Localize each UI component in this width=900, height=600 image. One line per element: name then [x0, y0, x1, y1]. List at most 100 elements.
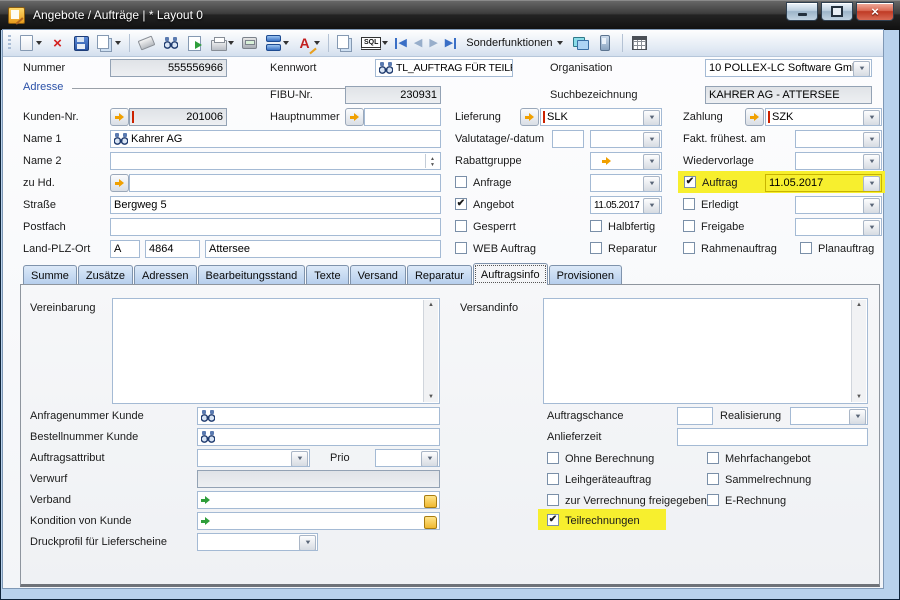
- restore-button[interactable]: [821, 2, 853, 21]
- valutadatum-select[interactable]: [590, 130, 662, 148]
- layout-button[interactable]: [265, 35, 289, 52]
- fakt-fruehest-select[interactable]: [795, 130, 882, 148]
- freigabe-checkbox[interactable]: [683, 220, 695, 232]
- druckprofil-select[interactable]: [197, 533, 318, 551]
- verband-field[interactable]: [197, 491, 440, 509]
- chevron-down-icon[interactable]: [849, 409, 866, 425]
- pages-button[interactable]: [337, 35, 354, 52]
- nav-prev-button[interactable]: ◀: [414, 38, 422, 49]
- angebot-date-select[interactable]: 11.05.2017: [590, 196, 662, 214]
- chevron-down-icon[interactable]: [863, 220, 880, 236]
- green-arrow-icon[interactable]: [201, 496, 210, 504]
- tab-auftragsinfo[interactable]: Auftragsinfo: [473, 263, 548, 285]
- lieferung-select[interactable]: SLK: [540, 108, 662, 126]
- toolbar-grip[interactable]: [8, 35, 11, 51]
- spinner-control[interactable]: ▲▼: [425, 154, 439, 168]
- tab-provisionen[interactable]: Provisionen: [549, 265, 622, 285]
- clear-button[interactable]: [138, 35, 155, 52]
- vereinbarung-textarea[interactable]: ▲▼: [112, 298, 440, 404]
- auftrag-checkbox[interactable]: [684, 176, 696, 188]
- land-field[interactable]: A: [110, 240, 140, 258]
- orange-arrow-icon[interactable]: [602, 157, 611, 165]
- valutatage-field[interactable]: [552, 130, 584, 148]
- suchbezeichnung-field[interactable]: KAHRER AG - ATTERSEE: [705, 86, 872, 104]
- fax-button[interactable]: [241, 35, 258, 52]
- search-binoculars-icon[interactable]: [114, 133, 128, 145]
- nav-first-button[interactable]: ◀: [395, 38, 406, 49]
- chevron-down-icon[interactable]: [643, 198, 660, 214]
- nummer-field[interactable]: 555556966: [110, 59, 227, 77]
- lieferung-lookup-button[interactable]: [520, 108, 539, 126]
- gesperrt-checkbox[interactable]: [455, 220, 467, 232]
- chevron-down-icon[interactable]: [643, 110, 660, 126]
- folder-icon[interactable]: [424, 495, 437, 508]
- freigabe-date-select[interactable]: [795, 218, 882, 236]
- chevron-down-icon[interactable]: [863, 198, 880, 214]
- teilrechnungen-checkbox[interactable]: [547, 514, 559, 526]
- wiedervorlage-select[interactable]: [795, 152, 882, 170]
- halbfertig-checkbox[interactable]: [590, 220, 602, 232]
- chevron-down-icon[interactable]: [863, 176, 880, 192]
- font-button[interactable]: A: [296, 35, 320, 52]
- organisation-select[interactable]: 10 POLLEX-LC Software GmbH: [705, 59, 872, 77]
- hauptnummer-field[interactable]: [364, 108, 441, 126]
- scrollbar[interactable]: ▲▼: [851, 300, 866, 402]
- green-arrow-icon[interactable]: [201, 517, 210, 525]
- tab-zusaetze[interactable]: Zusätze: [78, 265, 133, 285]
- chevron-down-icon[interactable]: [863, 110, 880, 126]
- zuhd-lookup-button[interactable]: [110, 174, 129, 192]
- ohne-berechnung-checkbox[interactable]: [547, 452, 559, 464]
- title-bar[interactable]: Angebote / Aufträge | * Layout 0 ×: [0, 0, 900, 30]
- nav-next-button[interactable]: ▶: [429, 38, 437, 49]
- chevron-down-icon[interactable]: [863, 154, 880, 170]
- tab-adressen[interactable]: Adressen: [134, 265, 196, 285]
- kunden-nr-lookup-button[interactable]: [110, 108, 129, 126]
- phone-button[interactable]: [597, 35, 614, 52]
- kunden-nr-field[interactable]: 201006: [129, 108, 227, 126]
- delete-button[interactable]: ×: [49, 35, 66, 52]
- search-binoculars-icon[interactable]: [379, 62, 393, 74]
- chevron-down-icon[interactable]: [421, 451, 438, 467]
- tab-bearbeitungsstand[interactable]: Bearbeitungsstand: [198, 265, 306, 285]
- sql-button[interactable]: SQL: [361, 37, 388, 50]
- import-button[interactable]: [186, 35, 203, 52]
- sammelrechnung-checkbox[interactable]: [707, 473, 719, 485]
- close-button[interactable]: ×: [856, 2, 894, 21]
- chevron-down-icon[interactable]: [291, 451, 308, 467]
- kondition-field[interactable]: [197, 512, 440, 530]
- nav-last-button[interactable]: ▶: [445, 38, 456, 49]
- anfragenummer-field[interactable]: [197, 407, 440, 425]
- folder-icon[interactable]: [424, 516, 437, 529]
- zahlung-lookup-button[interactable]: [745, 108, 764, 126]
- angebot-checkbox[interactable]: [455, 198, 467, 210]
- print-button[interactable]: [210, 35, 234, 52]
- web-auftrag-checkbox[interactable]: [455, 242, 467, 254]
- name1-field[interactable]: Kahrer AG: [110, 130, 441, 148]
- hauptnummer-lookup-button[interactable]: [345, 108, 364, 126]
- rahmenauftrag-checkbox[interactable]: [683, 242, 695, 254]
- tab-summe[interactable]: Summe: [23, 265, 77, 285]
- save-button[interactable]: [73, 35, 90, 52]
- scrollbar[interactable]: ▲▼: [423, 300, 438, 402]
- postfach-field[interactable]: [110, 218, 441, 236]
- new-record-button[interactable]: [18, 35, 42, 52]
- search-binoculars-icon[interactable]: [201, 431, 215, 443]
- chevron-down-icon[interactable]: [853, 61, 870, 77]
- auftrag-date-select[interactable]: 11.05.2017: [765, 174, 882, 192]
- mehrfachangebot-checkbox[interactable]: [707, 452, 719, 464]
- anfrage-checkbox[interactable]: [455, 176, 467, 188]
- chevron-down-icon[interactable]: [299, 535, 316, 551]
- strasse-field[interactable]: Bergweg 5: [110, 196, 441, 214]
- sonderfunktionen-menu[interactable]: Sonderfunktionen: [463, 35, 565, 51]
- tab-texte[interactable]: Texte: [306, 265, 348, 285]
- erledigt-checkbox[interactable]: [683, 198, 695, 210]
- kennwort-field[interactable]: TL_AUFTRAG FÜR TEILRECHN: [375, 59, 513, 77]
- fibu-field[interactable]: 230931: [345, 86, 441, 104]
- search-binoculars-icon[interactable]: [201, 410, 215, 422]
- reparatur-checkbox[interactable]: [590, 242, 602, 254]
- zuhd-field[interactable]: [129, 174, 441, 192]
- realisierung-select[interactable]: [790, 407, 868, 425]
- copy-button[interactable]: [97, 35, 121, 52]
- chevron-down-icon[interactable]: [643, 176, 660, 192]
- chevron-down-icon[interactable]: [643, 132, 660, 148]
